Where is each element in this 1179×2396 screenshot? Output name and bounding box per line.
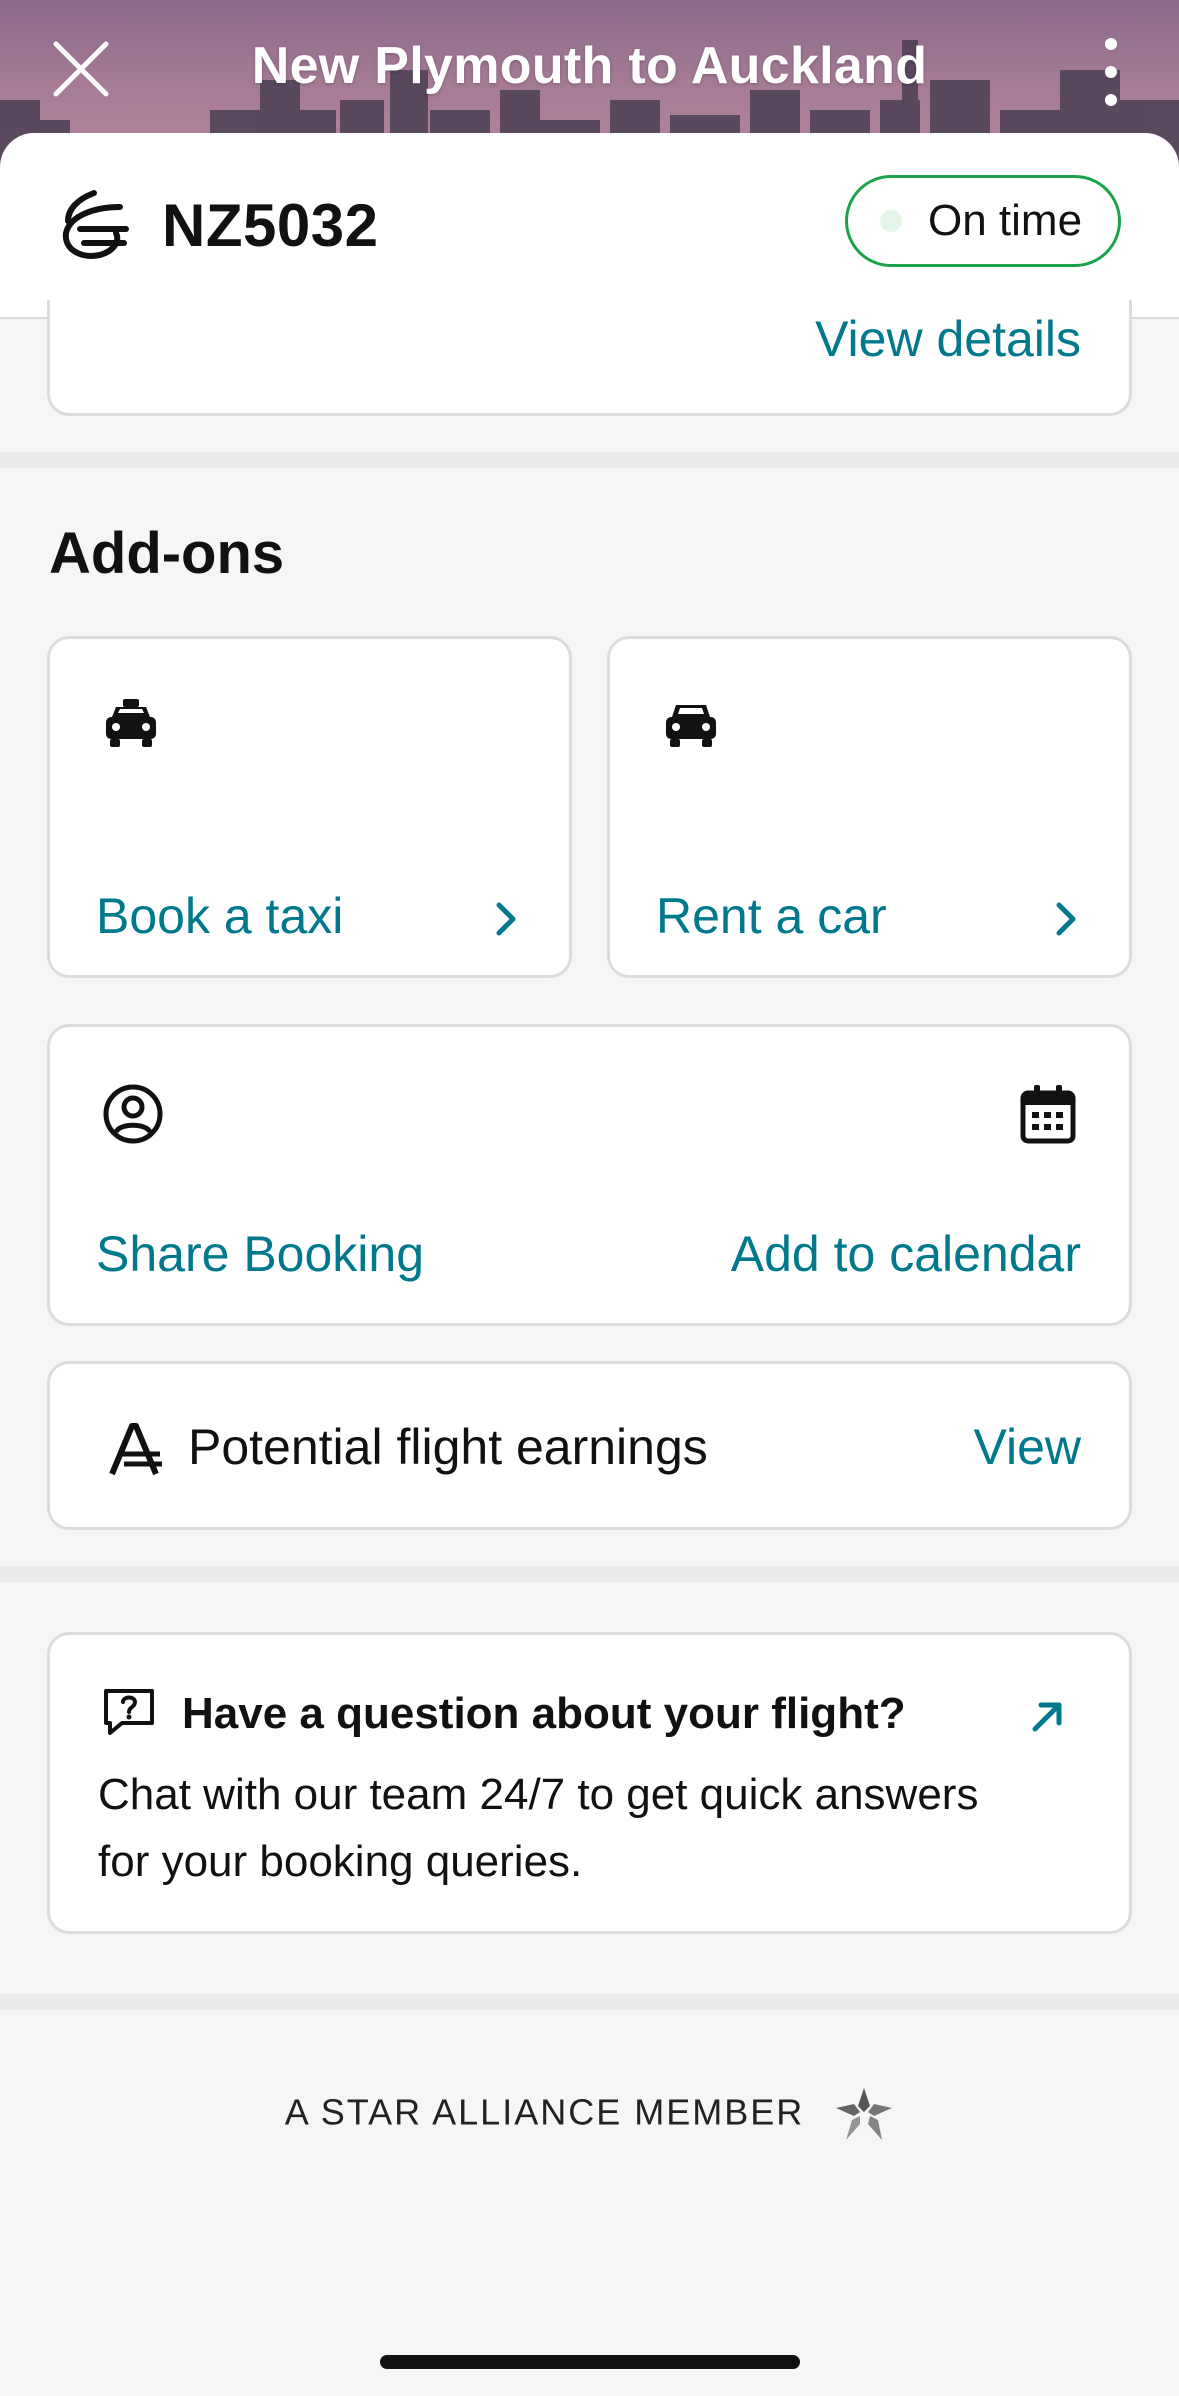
car-icon (666, 705, 716, 747)
rent-car-button[interactable]: Rent a car (607, 636, 1132, 978)
star-alliance-footer: A STAR ALLIANCE MEMBER (0, 2086, 1179, 2144)
koru-logo (62, 190, 129, 259)
share-calendar-card: Share Booking Add to calendar (47, 1024, 1132, 1326)
book-taxi-label: Book a taxi (96, 888, 344, 944)
flight-header: NZ5032 On time (0, 133, 1179, 319)
section-divider (0, 1566, 1179, 1582)
taxi-icon (106, 699, 156, 747)
chevron-right-icon (1056, 902, 1076, 936)
rent-car-label: Rent a car (656, 888, 887, 944)
user-circle-icon[interactable] (102, 1083, 164, 1145)
view-earnings-link[interactable]: View (974, 1418, 1081, 1476)
status-dot (880, 210, 902, 232)
add-to-calendar-link[interactable]: Add to calendar (731, 1225, 1081, 1283)
section-divider (0, 1994, 1179, 2010)
status-label: On time (928, 196, 1083, 245)
earnings-label: Potential flight earnings (188, 1419, 708, 1475)
screen: New Plymouth to Auckland NZ5032 On time … (0, 0, 1179, 2396)
flight-details-card: View details (47, 300, 1132, 416)
chat-support-card[interactable]: Have a question about your flight? Chat … (47, 1632, 1132, 1934)
status-badge: On time (845, 175, 1121, 267)
section-divider (0, 452, 1179, 468)
more-vertical-icon[interactable] (1101, 32, 1121, 106)
airpoints-icon (109, 1423, 162, 1476)
addons-heading: Add-ons (49, 521, 285, 586)
flight-number: NZ5032 (162, 192, 379, 259)
question-body: Chat with our team 24/7 to get quick ans… (98, 1770, 979, 1886)
page-title: New Plymouth to Auckland (251, 37, 928, 95)
chat-question-icon (104, 1689, 154, 1735)
chevron-right-icon (496, 902, 516, 936)
view-details-link[interactable]: View details (815, 310, 1081, 368)
star-alliance-logo (836, 2088, 893, 2140)
calendar-icon[interactable] (1019, 1083, 1077, 1145)
alliance-label: A STAR ALLIANCE MEMBER (284, 2091, 805, 2133)
home-indicator[interactable] (380, 2355, 800, 2369)
flight-earnings-card: Potential flight earnings View (47, 1361, 1132, 1530)
book-taxi-button[interactable]: Book a taxi (47, 636, 572, 978)
external-arrow-icon (1032, 1702, 1062, 1732)
share-booking-link[interactable]: Share Booking (96, 1225, 424, 1283)
question-title: Have a question about your flight? (182, 1689, 906, 1738)
